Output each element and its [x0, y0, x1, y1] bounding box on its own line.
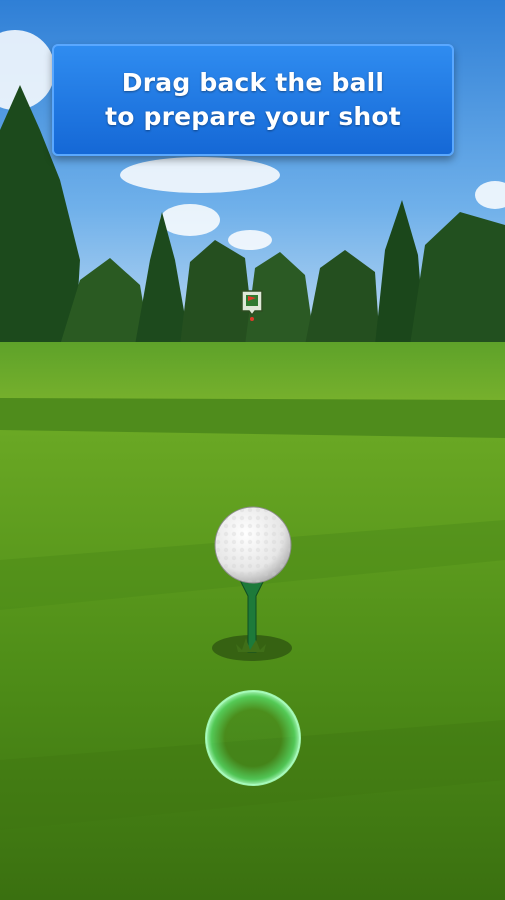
flag-icon[interactable] [240, 289, 264, 321]
aim-circle[interactable] [203, 688, 303, 788]
tutorial-line-1: Drag back the ball [121, 68, 385, 97]
golf-ball[interactable] [214, 506, 292, 584]
golf-tee [236, 579, 266, 653]
tutorial-line-2: to prepare your shot [105, 102, 401, 131]
tutorial-banner: Drag back the ball to prepare your shot [52, 44, 454, 156]
